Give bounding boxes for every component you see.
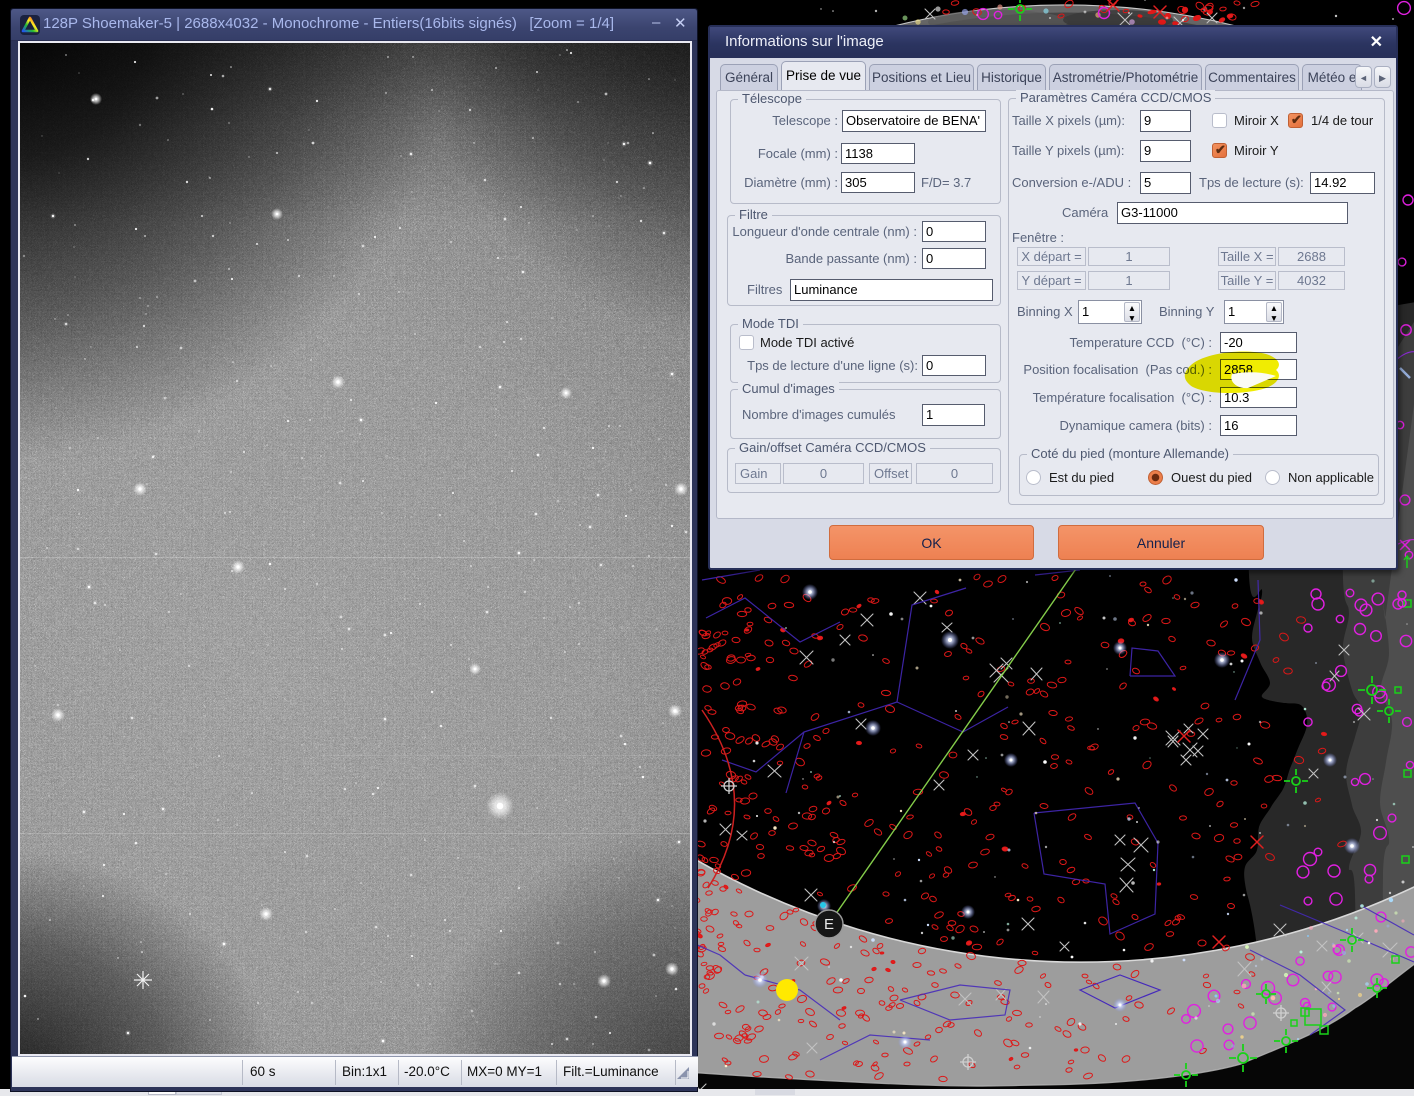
svg-text:E: E — [824, 916, 834, 933]
